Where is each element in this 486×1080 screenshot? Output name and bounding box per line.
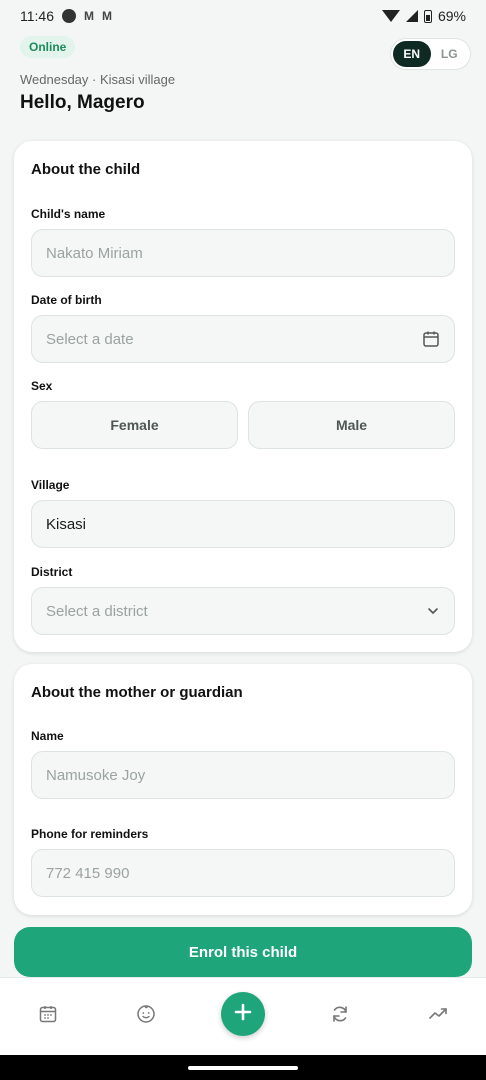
notification-dot-icon (62, 9, 76, 23)
guardian-details-card: About the mother or guardian Name Namuso… (14, 664, 472, 915)
wifi-icon (381, 10, 400, 22)
district-label: District (31, 565, 73, 579)
calendar-icon[interactable] (422, 330, 440, 348)
sex-option-male[interactable]: Male (248, 401, 455, 449)
baby-face-icon[interactable] (134, 1002, 158, 1026)
mail-icon: M (102, 9, 112, 23)
mail-icon: M (84, 9, 94, 23)
calendar-icon[interactable] (36, 1002, 60, 1026)
sex-label: Sex (31, 379, 53, 393)
village-value: Kisasi (46, 515, 87, 533)
home-gesture-handle[interactable] (188, 1066, 298, 1070)
language-toggle[interactable]: EN LG (390, 38, 471, 70)
district-select[interactable]: Select a district (31, 587, 455, 635)
guardian-name-placeholder: Namusoke Joy (46, 766, 146, 784)
bottom-navigation (0, 977, 486, 1055)
dob-label: Date of birth (31, 293, 102, 307)
phone-placeholder: 772 415 990 (46, 864, 130, 882)
guardian-section-title: About the mother or guardian (31, 684, 243, 701)
phone-label: Phone for reminders (31, 827, 149, 841)
dob-input[interactable]: Select a date (31, 315, 455, 363)
status-time: 11:46 (20, 8, 54, 24)
lang-option-en[interactable]: EN (393, 41, 431, 67)
guardian-name-input[interactable]: Namusoke Joy (31, 751, 455, 799)
battery-percent: 69% (437, 8, 466, 24)
village-label: Village (31, 478, 70, 492)
day-location-text: Wednesday · Kisasi village (20, 72, 176, 87)
online-status-badge: Online (20, 36, 76, 58)
child-section-title: About the child (31, 161, 141, 178)
chevron-down-icon (426, 604, 440, 618)
add-button[interactable] (221, 992, 265, 1036)
district-placeholder: Select a district (46, 602, 148, 620)
dob-placeholder: Select a date (46, 330, 134, 348)
child-name-label: Child's name (31, 207, 106, 221)
guardian-name-label: Name (31, 729, 64, 743)
sex-option-female[interactable]: Female (31, 401, 238, 449)
sync-icon[interactable] (328, 1002, 352, 1026)
child-details-card: About the child Child's name Nakato Miri… (14, 141, 472, 652)
signal-icon (405, 10, 418, 22)
battery-icon (423, 9, 432, 23)
phone-input[interactable]: 772 415 990 (31, 849, 455, 897)
plus-icon (233, 1002, 253, 1027)
child-name-input[interactable]: Nakato Miriam (31, 229, 455, 277)
child-name-placeholder: Nakato Miriam (46, 244, 143, 262)
enrol-child-button[interactable]: Enrol this child (14, 927, 472, 977)
greeting-title: Hello, Magero (20, 92, 145, 113)
lang-option-lg[interactable]: LG (431, 41, 469, 67)
village-input[interactable]: Kisasi (31, 500, 455, 548)
trend-icon[interactable] (426, 1002, 450, 1026)
status-bar: 11:46 M M 69% (0, 0, 486, 32)
